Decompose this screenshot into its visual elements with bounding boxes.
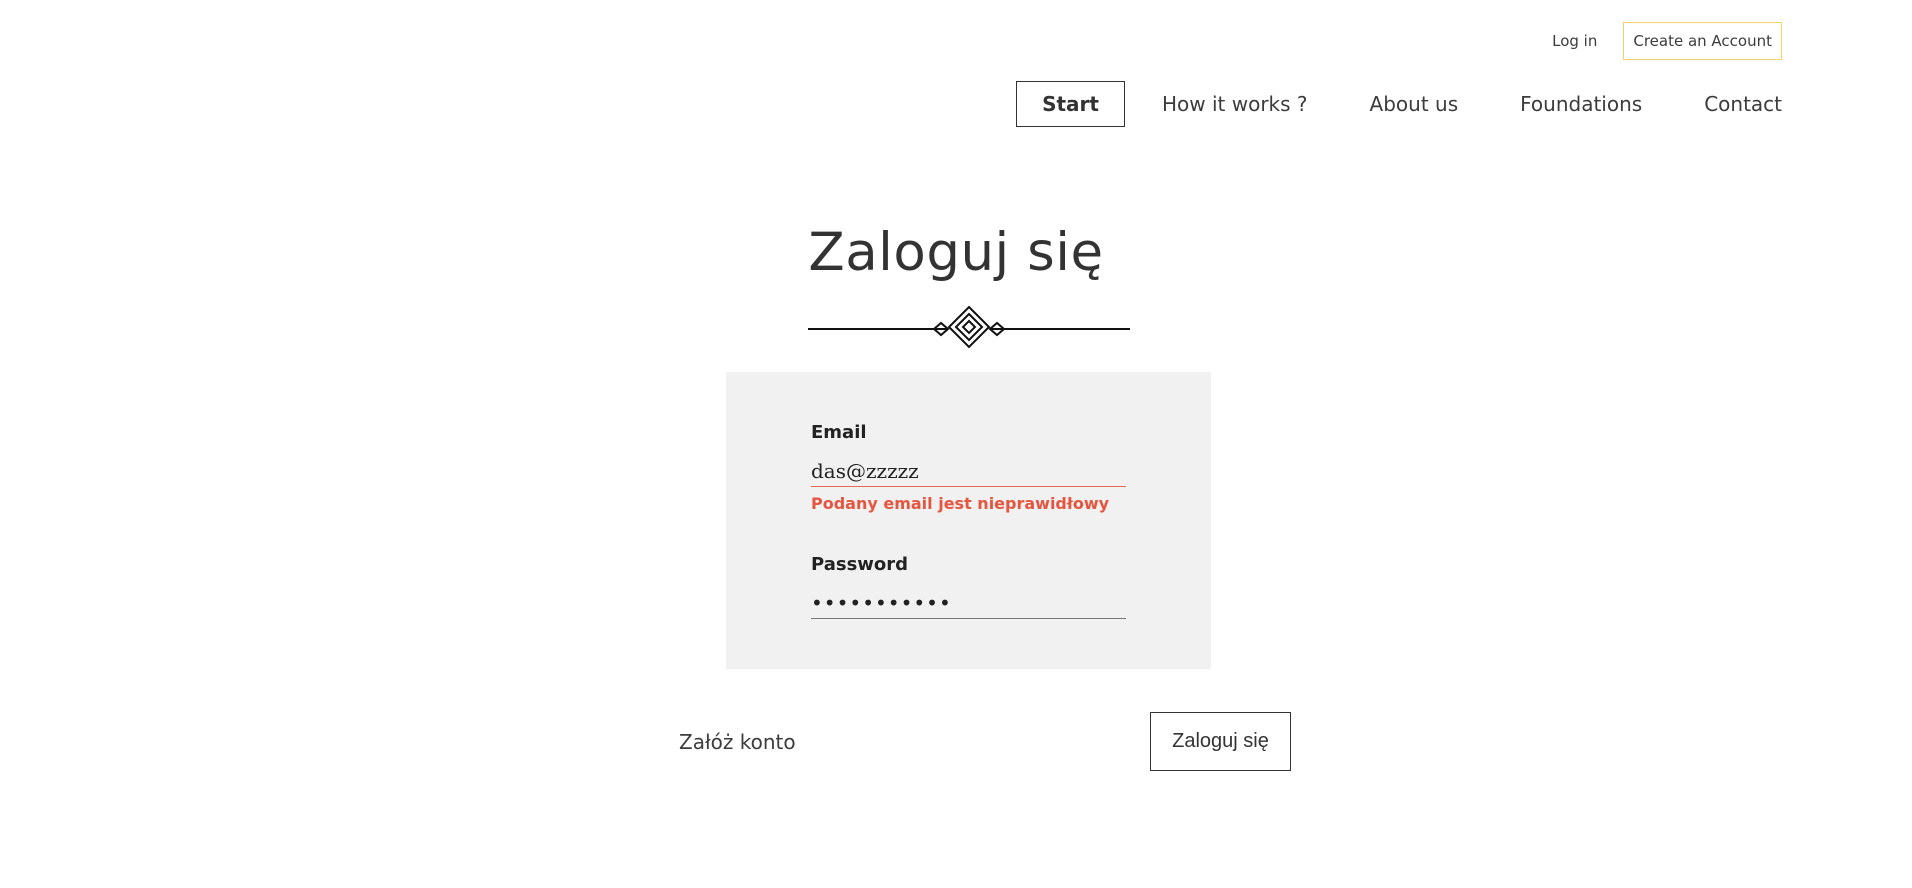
ornament-divider-icon: [808, 305, 1130, 349]
create-account-button[interactable]: Create an Account: [1623, 22, 1782, 60]
email-field-group: Email Podany email jest nieprawidłowy: [811, 422, 1126, 513]
nav-item-foundations[interactable]: Foundations: [1520, 92, 1642, 116]
nav-item-about-us[interactable]: About us: [1370, 92, 1459, 116]
password-label: Password: [811, 554, 909, 575]
login-form: Email Podany email jest nieprawidłowy Pa…: [726, 372, 1211, 669]
account-links: Log in Create an Account: [1552, 22, 1782, 60]
main-nav: Start How it works ? About us Foundation…: [1016, 81, 1782, 127]
email-label: Email: [811, 422, 867, 443]
nav-item-how-it-works[interactable]: How it works ?: [1162, 92, 1308, 116]
page-title: Zaloguj się: [808, 222, 1104, 283]
password-field-group: Password: [811, 554, 1126, 619]
email-error-message: Podany email jest nieprawidłowy: [811, 494, 1110, 513]
password-input[interactable]: [811, 589, 1126, 619]
nav-item-start[interactable]: Start: [1016, 81, 1125, 127]
login-link[interactable]: Log in: [1552, 32, 1597, 50]
register-link[interactable]: Załóż konto: [679, 730, 796, 754]
login-submit-button[interactable]: Zaloguj się: [1150, 712, 1291, 771]
email-input[interactable]: [811, 457, 1126, 487]
nav-item-contact[interactable]: Contact: [1704, 92, 1782, 116]
